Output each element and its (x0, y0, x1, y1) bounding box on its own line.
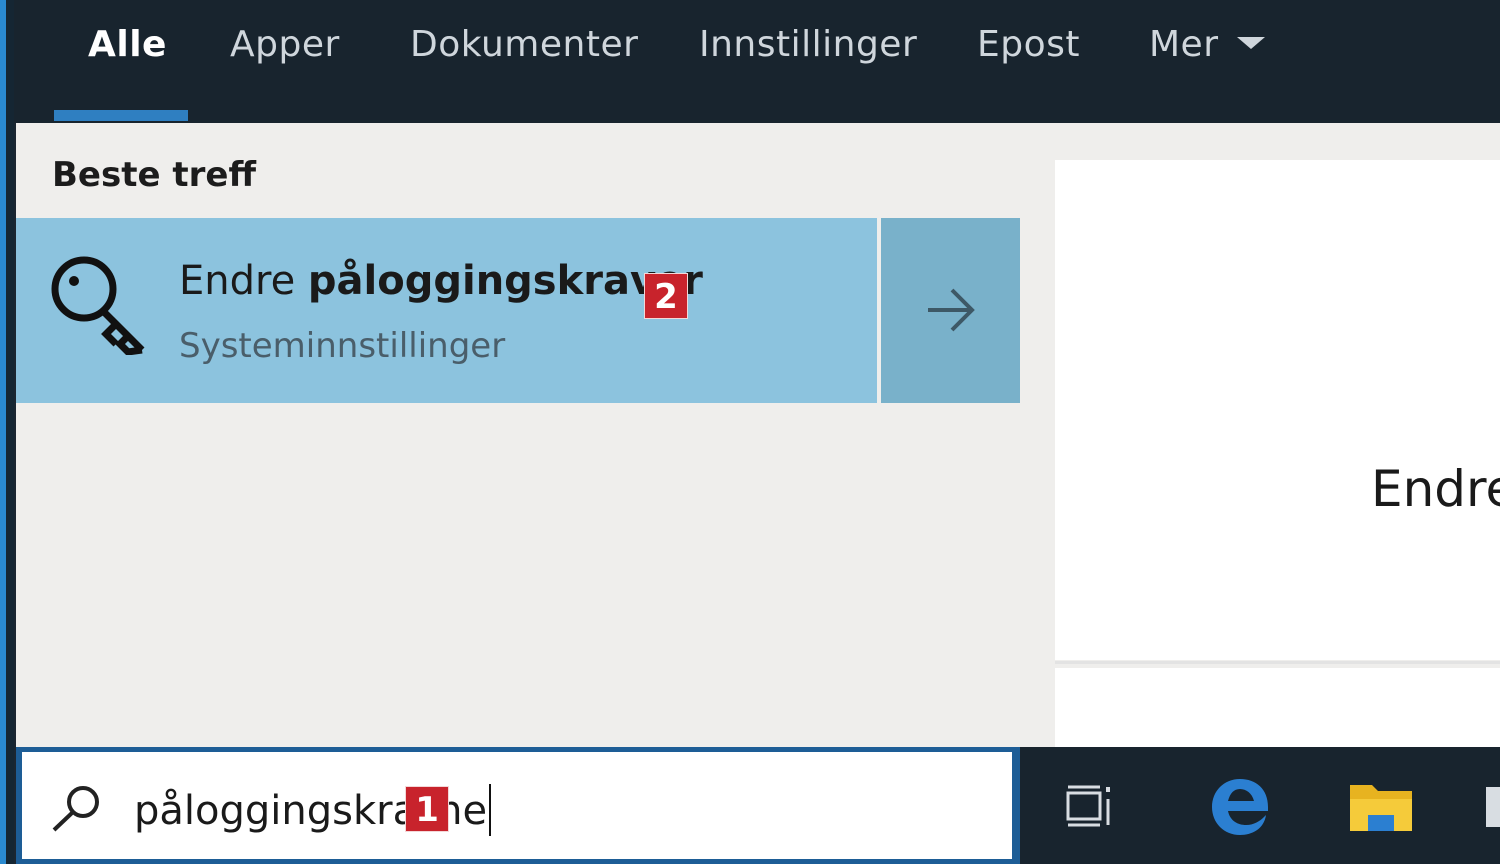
window-left-edge (0, 0, 14, 864)
tab-innstillinger[interactable]: Innstillinger (699, 24, 917, 74)
open-result-button[interactable] (881, 218, 1020, 403)
search-text-before: påloggingskra (134, 788, 418, 834)
chevron-down-icon (1236, 37, 1265, 49)
best-match-title-prefix: Endre (179, 258, 308, 304)
edge-icon[interactable] (1208, 777, 1272, 837)
best-match-subtitle: Systeminnstillinger (179, 326, 506, 366)
text-cursor (489, 784, 492, 836)
file-explorer-icon[interactable] (1348, 777, 1414, 835)
preview-divider (1055, 661, 1500, 664)
search-icon (52, 786, 99, 832)
search-input-value: påloggingskra1ne (134, 784, 492, 836)
search-filter-tabs: Alle Apper Dokumenter Innstillinger Epos… (14, 0, 1500, 123)
preview-title: Endre (1371, 460, 1500, 518)
best-match-title: Endre påloggingskraver (179, 258, 703, 304)
results-panel: Beste treff Endre påloggingskraver Syste… (16, 123, 1020, 747)
taskbar-overflow-icon[interactable] (1486, 787, 1500, 827)
tab-apper[interactable]: Apper (230, 24, 340, 74)
search-box: påloggingskra1ne (16, 747, 1020, 864)
section-title-best-match: Beste treff (52, 155, 256, 195)
preview-panel: Endre (1020, 123, 1500, 747)
preview-actions (1055, 668, 1500, 747)
preview-card: Endre (1055, 160, 1500, 660)
task-view-icon[interactable] (1064, 783, 1118, 831)
search-input[interactable]: påloggingskra1ne (22, 752, 1012, 859)
tab-mer-label: Mer (1149, 24, 1219, 65)
tab-mer[interactable]: Mer (1149, 24, 1265, 74)
best-match-result[interactable]: Endre påloggingskraver Systeminnstilling… (16, 218, 877, 403)
tab-epost[interactable]: Epost (977, 24, 1080, 74)
tab-alle[interactable]: Alle (88, 24, 167, 74)
taskbar (1020, 747, 1500, 864)
tab-dokumenter[interactable]: Dokumenter (410, 24, 638, 74)
step-badge-2: 2 (644, 273, 688, 319)
key-icon (51, 256, 145, 355)
arrow-right-icon (928, 288, 975, 332)
active-tab-indicator (54, 110, 188, 121)
step-badge-1: 1 (405, 786, 450, 832)
